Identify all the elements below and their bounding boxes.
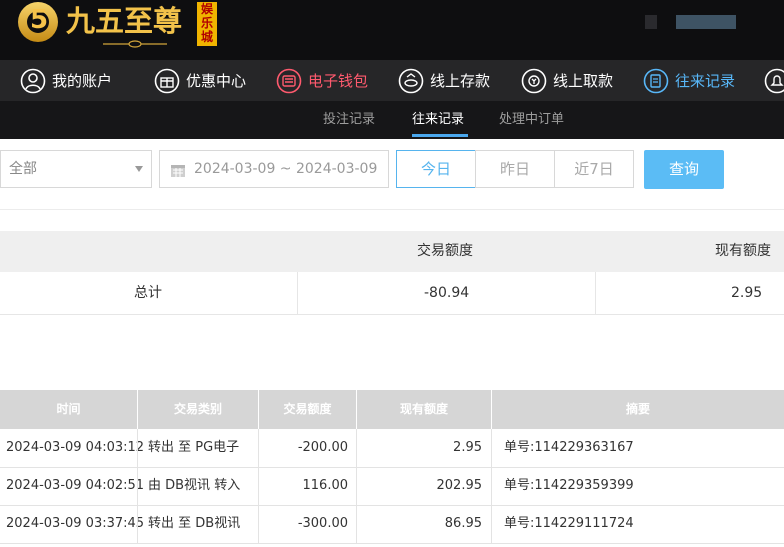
summary-divider bbox=[595, 272, 596, 314]
divider bbox=[0, 209, 784, 210]
summary-total-amount: -80.94 bbox=[424, 285, 470, 301]
cell-amount: -300.00 bbox=[297, 516, 348, 531]
nav-label: 线上存款 bbox=[430, 72, 491, 90]
type-select[interactable]: 全部 bbox=[0, 150, 152, 188]
cell-balance: 86.95 bbox=[444, 516, 482, 531]
nav-label: 电子钱包 bbox=[308, 72, 369, 90]
nav-item-messages[interactable] bbox=[764, 60, 784, 101]
type-select-value: 全部 bbox=[9, 161, 37, 177]
column-divider bbox=[491, 505, 492, 543]
logo-ornament bbox=[103, 40, 167, 48]
cell-time: 2024-03-09 03:37:45 bbox=[6, 516, 145, 531]
cell-amount: -200.00 bbox=[297, 440, 348, 455]
column-header-summary: 摘要 bbox=[625, 402, 650, 416]
nav-label: 往来记录 bbox=[675, 72, 736, 90]
column-divider bbox=[137, 429, 138, 467]
cell-amount: 116.00 bbox=[302, 478, 349, 493]
wallet-icon bbox=[276, 68, 302, 93]
summary-header-amount: 交易额度 bbox=[417, 243, 473, 259]
user-icon bbox=[20, 68, 46, 93]
column-header-time: 时间 bbox=[56, 402, 81, 416]
nav-item-promotions[interactable]: 优惠中心 bbox=[154, 60, 246, 101]
cell-summary: 单号:114229359399 bbox=[504, 478, 634, 493]
table-row: 2024-03-09 04:03:12 转出 至 PG电子 -200.00 2.… bbox=[0, 429, 784, 468]
summary-divider bbox=[297, 272, 298, 314]
column-divider bbox=[356, 505, 357, 543]
column-divider bbox=[258, 429, 259, 467]
column-header-amount: 交易额度 bbox=[283, 402, 332, 416]
withdraw-icon bbox=[521, 68, 547, 93]
range-yesterday-button[interactable]: 昨日 bbox=[475, 150, 555, 188]
nav-item-online-deposit[interactable]: 线上存款 bbox=[398, 60, 490, 101]
tab-pending-orders[interactable]: 处理中订单 bbox=[499, 101, 564, 139]
column-divider bbox=[356, 467, 357, 505]
column-header-type: 交易类别 bbox=[173, 402, 222, 416]
calendar-icon bbox=[171, 165, 185, 177]
column-divider bbox=[356, 429, 357, 467]
column-header-balance: 现有额度 bbox=[399, 402, 448, 416]
cell-time: 2024-03-09 04:02:51 bbox=[6, 478, 145, 493]
date-range-value: 2024-03-09 ~ 2024-03-09 bbox=[194, 161, 378, 177]
column-divider bbox=[137, 467, 138, 505]
logo-emblem-number: 5 bbox=[30, 5, 49, 35]
masked-balance-info bbox=[676, 15, 736, 29]
cell-type: 转出 至 PG电子 bbox=[148, 440, 240, 455]
chevron-down-icon bbox=[135, 166, 143, 172]
nav-item-online-withdraw[interactable]: 线上取款 bbox=[521, 60, 613, 101]
bell-icon bbox=[764, 68, 784, 93]
active-tab-indicator bbox=[412, 134, 468, 137]
cell-summary: 单号:114229363167 bbox=[504, 440, 634, 455]
cell-type: 转出 至 DB视讯 bbox=[148, 516, 241, 531]
nav-label: 优惠中心 bbox=[186, 72, 247, 90]
tab-bet-records[interactable]: 投注记录 bbox=[323, 101, 375, 139]
logo-badge: 娱乐城 bbox=[197, 2, 217, 46]
column-divider bbox=[258, 467, 259, 505]
query-button[interactable]: 查询 bbox=[644, 150, 724, 189]
cell-balance: 202.95 bbox=[436, 478, 483, 493]
summary-header: 交易额度 现有额度 bbox=[0, 231, 784, 272]
range-7days-button[interactable]: 近7日 bbox=[554, 150, 634, 188]
date-range-input[interactable]: 2024-03-09 ~ 2024-03-09 bbox=[159, 150, 389, 188]
summary-total-balance: 2.95 bbox=[731, 285, 763, 301]
sub-nav: 投注记录 往来记录 处理中订单 bbox=[0, 101, 784, 139]
nav-item-transaction-records[interactable]: 往来记录 bbox=[643, 60, 735, 101]
masked-user-info bbox=[645, 15, 657, 29]
top-header: 5 九五至尊 娱乐城 bbox=[0, 0, 784, 60]
range-today-button[interactable]: 今日 bbox=[396, 150, 476, 188]
summary-header-balance: 现有额度 bbox=[715, 243, 771, 259]
cell-summary: 单号:114229111724 bbox=[504, 516, 634, 531]
column-divider bbox=[137, 505, 138, 543]
cell-balance: 2.95 bbox=[453, 440, 482, 455]
nav-label: 线上取款 bbox=[553, 72, 614, 90]
nav-label: 我的账户 bbox=[52, 72, 113, 90]
details-header: 时间 交易类别 交易额度 现有额度 摘要 bbox=[0, 390, 784, 429]
column-divider bbox=[258, 505, 259, 543]
cell-time: 2024-03-09 04:03:12 bbox=[6, 440, 145, 455]
table-row: 2024-03-09 04:02:51 由 DB视讯 转入 116.00 202… bbox=[0, 467, 784, 506]
deposit-icon bbox=[398, 68, 424, 93]
column-divider bbox=[491, 467, 492, 505]
table-row: 2024-03-09 03:37:45 转出 至 DB视讯 -300.00 86… bbox=[0, 505, 784, 544]
column-divider bbox=[491, 429, 492, 467]
records-icon bbox=[643, 68, 669, 93]
summary-total-label: 总计 bbox=[134, 285, 162, 301]
summary-row: 总计 -80.94 2.95 bbox=[0, 272, 784, 315]
logo-text: 九五至尊 bbox=[66, 4, 183, 38]
cell-type: 由 DB视讯 转入 bbox=[148, 478, 241, 493]
main-nav: 我的账户 优惠中心 电子钱包 线上存款 线上取款 往来记录 bbox=[0, 60, 784, 101]
gift-icon bbox=[154, 68, 180, 93]
nav-item-my-account[interactable]: 我的账户 bbox=[20, 60, 112, 101]
nav-item-e-wallet[interactable]: 电子钱包 bbox=[276, 60, 368, 101]
